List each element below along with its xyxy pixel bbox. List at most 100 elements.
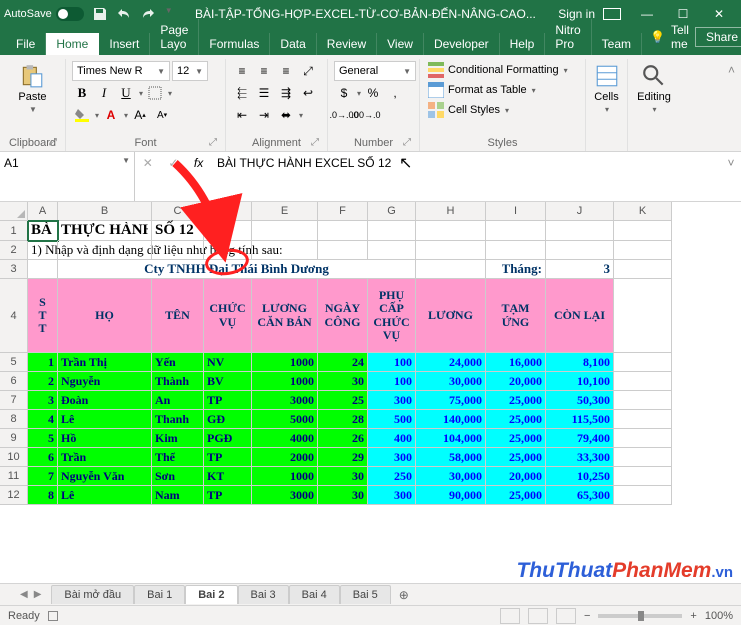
align-left-icon[interactable]: ⬱	[232, 83, 252, 103]
cell[interactable]: THỰC HÀNH EXCEL	[58, 221, 152, 241]
cell[interactable]	[614, 279, 672, 353]
tab-developer[interactable]: Developer	[424, 33, 500, 55]
editing-button[interactable]: Editing▾	[635, 61, 673, 116]
cell[interactable]	[614, 221, 672, 241]
sheet-tab[interactable]: Bai 5	[340, 585, 391, 604]
column-header[interactable]: A	[28, 202, 58, 221]
cell-stt[interactable]: 4	[28, 410, 58, 429]
accounting-format-icon[interactable]: $	[334, 83, 354, 103]
paste-button[interactable]: Paste ▼	[16, 61, 48, 116]
cells-button[interactable]: Cells▾	[592, 61, 622, 116]
cell-ten[interactable]: Nam	[152, 486, 204, 505]
cell-luong[interactable]: 75,000	[416, 391, 486, 410]
cell-luong[interactable]: 90,000	[416, 486, 486, 505]
cell-ten[interactable]: Thanh	[152, 410, 204, 429]
decrease-indent-icon[interactable]: ⇤	[232, 105, 252, 125]
cell-ho[interactable]: Trần	[58, 448, 152, 467]
cell-stt[interactable]: 8	[28, 486, 58, 505]
cell-ten[interactable]: Thế	[152, 448, 204, 467]
cell-tu[interactable]: 16,000	[486, 353, 546, 372]
tab-view[interactable]: View	[377, 33, 424, 55]
cell-cv[interactable]: TP	[204, 391, 252, 410]
cell-cl[interactable]: 50,300	[546, 391, 614, 410]
share-button[interactable]: Share	[695, 27, 741, 47]
cell-lcb[interactable]: 3000	[252, 391, 318, 410]
cell[interactable]	[416, 221, 486, 241]
format-as-table-button[interactable]: Format as Table▾	[426, 81, 538, 99]
cell-tu[interactable]: 25,000	[486, 429, 546, 448]
cell[interactable]	[614, 391, 672, 410]
cell[interactable]	[614, 467, 672, 486]
align-middle-icon[interactable]: ≡	[254, 61, 274, 81]
cell-pc[interactable]: 300	[368, 391, 416, 410]
cell[interactable]	[546, 221, 614, 241]
cell[interactable]	[318, 241, 368, 260]
cell-nc[interactable]: 29	[318, 448, 368, 467]
cell[interactable]	[614, 410, 672, 429]
tab-review[interactable]: Review	[317, 33, 377, 55]
cell-pc[interactable]: 250	[368, 467, 416, 486]
align-top-icon[interactable]: ≡	[232, 61, 252, 81]
zoom-out-icon[interactable]: −	[584, 610, 590, 622]
cell[interactable]	[486, 221, 546, 241]
tab-home[interactable]: Home	[46, 33, 99, 55]
column-header[interactable]: E	[252, 202, 318, 221]
cell-pc[interactable]: 300	[368, 448, 416, 467]
cell-ten[interactable]: Yến	[152, 353, 204, 372]
number-format-selector[interactable]: General▼	[334, 61, 416, 81]
collapse-ribbon-icon[interactable]: ˄	[722, 59, 741, 151]
decrease-decimal-icon[interactable]: .00→.0	[356, 105, 376, 125]
page-break-view-icon[interactable]	[556, 608, 576, 624]
cell-ten[interactable]: An	[152, 391, 204, 410]
sheet-tab[interactable]: Bai 4	[289, 585, 340, 604]
cell[interactable]	[416, 241, 486, 260]
cell-cv[interactable]: GĐ	[204, 410, 252, 429]
cell-stt[interactable]: 3	[28, 391, 58, 410]
cell-ho[interactable]: Nguyễn	[58, 372, 152, 391]
cell[interactable]	[614, 241, 672, 260]
orientation-icon[interactable]: ⤢	[298, 61, 318, 81]
comma-format-icon[interactable]: ,	[385, 83, 405, 103]
cell[interactable]	[58, 241, 152, 260]
increase-indent-icon[interactable]: ⇥	[254, 105, 274, 125]
table-header[interactable]: CHỨC VỤ	[204, 279, 252, 353]
column-header[interactable]: H	[416, 202, 486, 221]
cell[interactable]	[614, 353, 672, 372]
chevron-down-icon[interactable]: ▾	[298, 111, 303, 120]
table-header[interactable]: NGÀY CÔNG	[318, 279, 368, 353]
cell-pc[interactable]: 500	[368, 410, 416, 429]
cell[interactable]	[204, 221, 252, 241]
cell[interactable]	[614, 372, 672, 391]
cell-lcb[interactable]: 4000	[252, 429, 318, 448]
cell-lcb[interactable]: 1000	[252, 467, 318, 486]
zoom-in-icon[interactable]: +	[690, 610, 696, 622]
merge-center-icon[interactable]: ⬌	[276, 105, 296, 125]
cell-tu[interactable]: 25,000	[486, 391, 546, 410]
cell-pc[interactable]: 100	[368, 353, 416, 372]
cell-tu[interactable]: 25,000	[486, 486, 546, 505]
font-size-selector[interactable]: 12▼	[172, 61, 208, 81]
cell-cv[interactable]: TP	[204, 448, 252, 467]
row-header[interactable]: 2	[0, 241, 28, 260]
cell[interactable]	[252, 221, 318, 241]
underline-button[interactable]: U	[116, 83, 136, 103]
column-header[interactable]: K	[614, 202, 672, 221]
cell-cv[interactable]: BV	[204, 372, 252, 391]
tab-page-layout[interactable]: Page Layo	[150, 19, 199, 55]
cell-ho[interactable]: Lê	[58, 486, 152, 505]
cell[interactable]	[416, 260, 486, 279]
cell-pc[interactable]: 100	[368, 372, 416, 391]
cell[interactable]	[546, 241, 614, 260]
cell-nc[interactable]: 24	[318, 353, 368, 372]
cell-nc[interactable]: 30	[318, 372, 368, 391]
cell-cv[interactable]: PGĐ	[204, 429, 252, 448]
cell-lcb[interactable]: 3000	[252, 486, 318, 505]
fx-icon[interactable]: fx	[194, 156, 203, 170]
cell-tu[interactable]: 25,000	[486, 448, 546, 467]
cell-stt[interactable]: 6	[28, 448, 58, 467]
zoom-slider[interactable]	[598, 614, 682, 618]
cell[interactable]	[152, 241, 204, 260]
cell-luong[interactable]: 58,000	[416, 448, 486, 467]
cell[interactable]	[368, 221, 416, 241]
row-header[interactable]: 12	[0, 486, 28, 505]
